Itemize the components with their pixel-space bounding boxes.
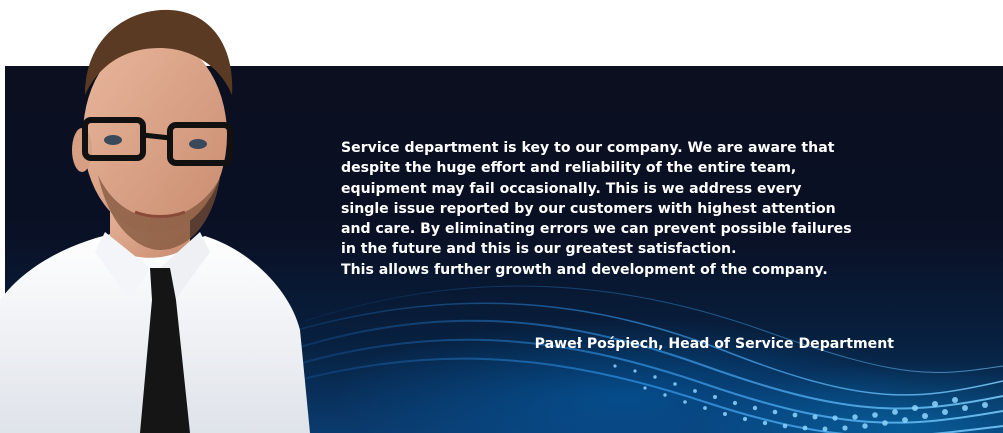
testimonial-author: Paweł Pośpiech, Head of Service Departme…	[534, 336, 894, 352]
testimonial-section: Service department is key to our company…	[0, 0, 1003, 433]
person-photo-icon	[0, 9, 310, 433]
testimonial-quote: Service department is key to our company…	[341, 140, 852, 278]
